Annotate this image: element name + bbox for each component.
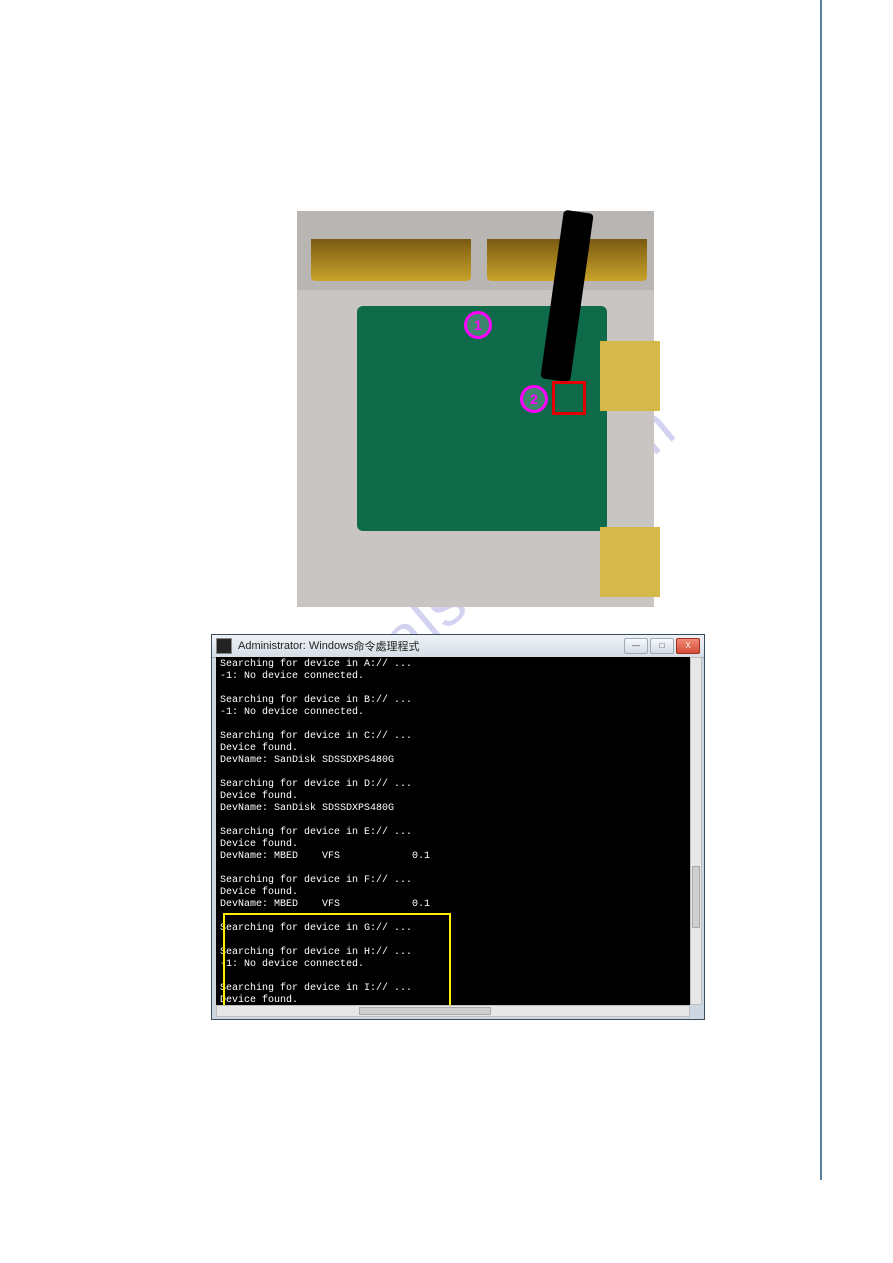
cmd-icon [216,638,232,654]
vertical-scrollbar[interactable] [690,657,702,1005]
term-line: Searching for device in B:// ... [220,695,412,706]
term-line: Device found. [220,887,298,898]
term-line: DevName: MBED VFS 0.1 [220,899,430,910]
maximize-button[interactable]: □ [650,638,674,654]
term-line: -1: No device connected. [220,707,364,718]
term-line: Searching for device in I:// ... [220,983,412,994]
horizontal-scrollbar[interactable] [216,1005,690,1017]
cmd-window: Administrator: Windows 命令處理程式 — □ X Sear… [211,634,705,1020]
cmd-title-suffix: 命令處理程式 [354,638,420,654]
flex-connector-left [311,239,471,281]
page-right-border [820,0,822,1180]
term-line: Searching for device in A:// ... [220,659,412,670]
term-line: Searching for device in C:// ... [220,731,412,742]
term-line: Searching for device in D:// ... [220,779,412,790]
close-button[interactable]: X [676,638,700,654]
usb-port-highlight-box [552,381,586,415]
gold-flex-lower [600,527,660,597]
vertical-scrollbar-thumb[interactable] [692,866,700,928]
board-photo: 1 2 [297,211,654,607]
cmd-titlebar[interactable]: Administrator: Windows 命令處理程式 — □ X [212,635,704,658]
cmd-terminal[interactable]: Searching for device in A:// ... -1: No … [216,657,690,1005]
minimize-button[interactable]: — [624,638,648,654]
term-line: Device found. [220,995,298,1005]
term-line: -1: No device connected. [220,959,364,970]
cmd-title-prefix: Administrator: Windows [238,640,354,652]
term-line: DevName: SanDisk SDSSDXPS480G [220,803,394,814]
term-line: Searching for device in H:// ... [220,947,412,958]
term-line: Device found. [220,839,298,850]
term-line: Searching for device in F:// ... [220,875,412,886]
callout-1: 1 [464,311,492,339]
term-line: DevName: SanDisk SDSSDXPS480G [220,755,394,766]
callout-2: 2 [520,385,548,413]
term-line: DevName: MBED VFS 0.1 [220,851,430,862]
term-line: Device found. [220,791,298,802]
gold-flex-upper [600,341,660,411]
term-line: -1: No device connected. [220,671,364,682]
horizontal-scrollbar-thumb[interactable] [359,1007,491,1015]
term-line: Device found. [220,743,298,754]
term-line: Searching for device in G:// ... [220,923,412,934]
term-line: Searching for device in E:// ... [220,827,412,838]
